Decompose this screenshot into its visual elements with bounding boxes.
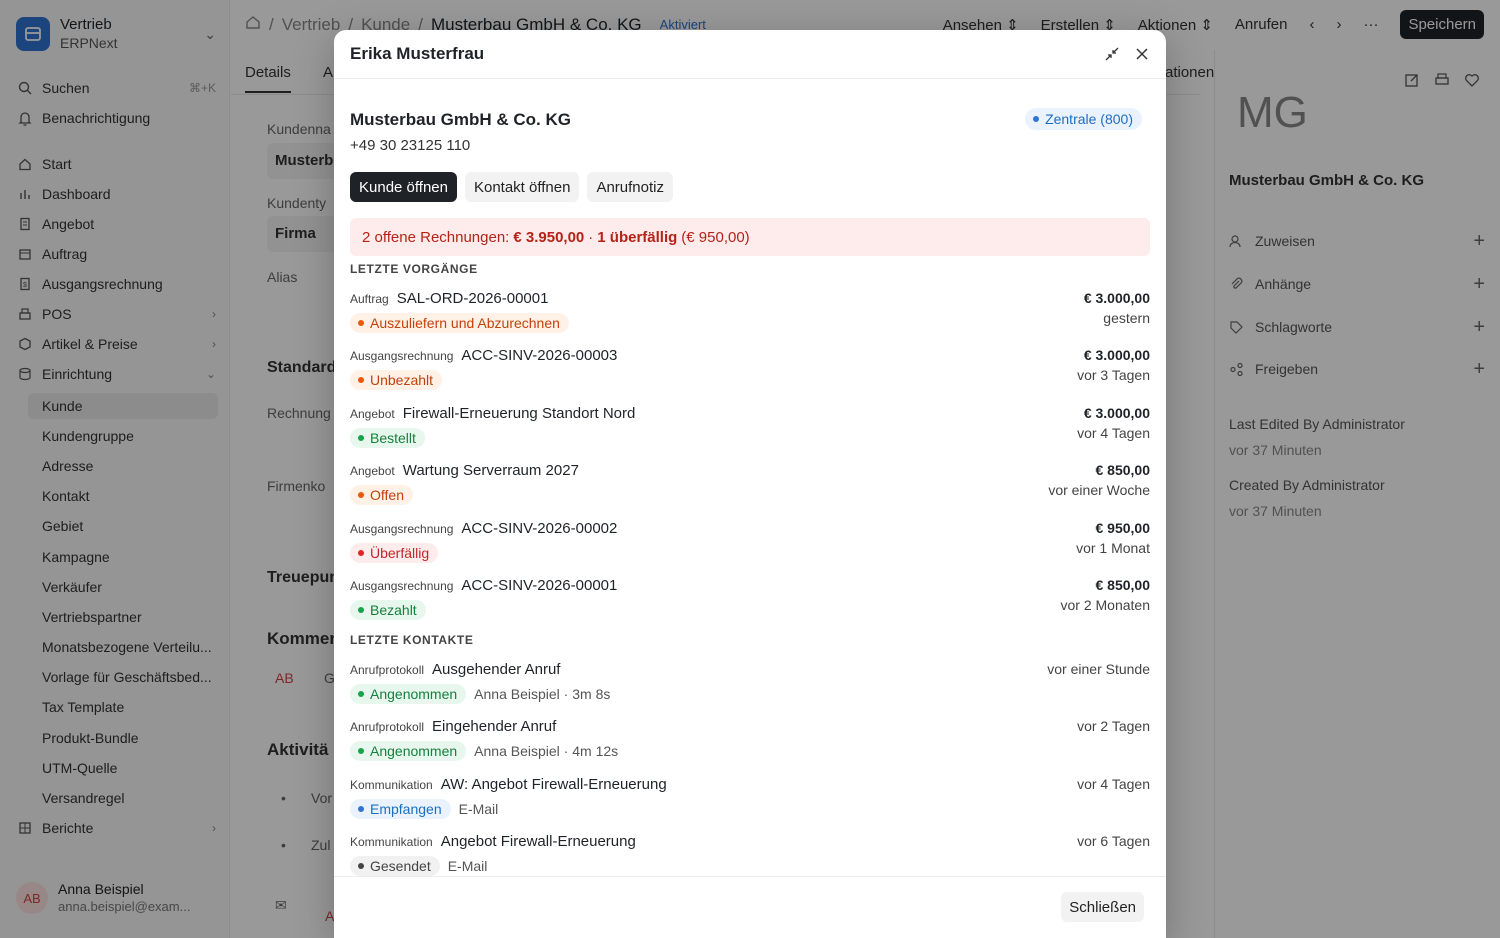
record-title: Eingehender Anruf xyxy=(432,718,557,736)
record-time: vor 1 Monat xyxy=(1076,539,1150,556)
record-time: vor 4 Tagen xyxy=(1077,775,1150,792)
contact-row[interactable]: Anrufprotokoll Eingehender Anruf Angenomme… xyxy=(350,718,1150,770)
dialog-title: Erika Musterfrau xyxy=(350,44,485,63)
call-note-button[interactable]: Anrufnotiz xyxy=(587,172,673,202)
status-badge: Bezahlt xyxy=(350,600,426,620)
record-type: Ausgangsrechnung xyxy=(350,521,454,536)
minimize-icon[interactable] xyxy=(1104,46,1120,62)
record-type: Auftrag xyxy=(350,292,389,306)
record-time: vor 4 Tagen xyxy=(1077,424,1150,441)
record-type: Angebot xyxy=(350,406,395,421)
recent-contacts-title: LETZTE KONTAKTE xyxy=(350,633,474,647)
record-type: Kommunikation xyxy=(350,835,433,850)
open-customer-button[interactable]: Kunde öffnen xyxy=(350,172,457,202)
status-badge: Offen xyxy=(350,485,413,506)
dialog-footer: Schließen xyxy=(334,876,1166,938)
record-type: Anrufprotokoll xyxy=(350,663,425,677)
record-title: ACC-SINV-2026-00003 xyxy=(461,347,618,365)
record-title: AW: Angebot Firewall-Erneuerung xyxy=(440,775,667,793)
location-badge: Zentrale (800) xyxy=(1025,108,1142,130)
status-badge: Gesendet xyxy=(350,856,440,876)
record-title: ACC-SINV-2026-00002 xyxy=(461,519,618,537)
status-badge: Empfangen xyxy=(350,798,451,819)
record-meta: E-Mail xyxy=(458,800,499,817)
record-amount: € 3.000,00 xyxy=(1083,404,1150,421)
record-time: vor 2 Tagen xyxy=(1077,718,1150,735)
transaction-row[interactable]: Angebot Wartung Serverraum 2027 Offen € 850… xyxy=(350,462,1150,514)
record-title: Angebot Firewall-Erneuerung xyxy=(440,833,636,851)
contact-row[interactable]: Anrufprotokoll Ausgehender Anruf Angenomme… xyxy=(350,661,1150,713)
transaction-row[interactable]: Ausgangsrechnung ACC-SINV-2026-00001 Bezah… xyxy=(350,577,1150,629)
close-button[interactable]: Schließen xyxy=(1061,892,1144,922)
contact-row[interactable]: Kommunikation AW: Angebot Firewall-Erneue… xyxy=(350,776,1150,828)
contact-row[interactable]: Kommunikation Angebot Firewall-Erneuerung… xyxy=(350,833,1150,876)
status-badge: Unbezahlt xyxy=(350,370,443,391)
contact-dialog: Erika Musterfrau Musterbau GmbH & Co. KG… xyxy=(334,30,1166,938)
record-title: Wartung Serverraum 2027 xyxy=(402,462,579,480)
record-title: SAL-ORD-2026-00001 xyxy=(396,290,549,307)
dialog-header: Erika Musterfrau xyxy=(334,30,1166,79)
record-meta: E-Mail xyxy=(447,858,488,875)
record-meta: Anna Beispiel · 4m 12s xyxy=(474,743,619,760)
transaction-row[interactable]: Angebot Firewall-Erneuerung Standort Nord… xyxy=(350,405,1150,457)
record-type: Anrufprotokoll xyxy=(350,720,425,735)
record-time: vor 3 Tagen xyxy=(1077,367,1150,384)
open-invoices-alert: 2 offene Rechnungen: € 3.950,00 · 1 über… xyxy=(350,218,1150,256)
dialog-body: Musterbau GmbH & Co. KG +49 30 23125 110… xyxy=(350,79,1150,876)
record-amount: € 3.000,00 xyxy=(1083,290,1150,306)
record-time: vor einer Woche xyxy=(1048,482,1150,499)
record-time: gestern xyxy=(1103,310,1150,326)
transaction-row[interactable]: Ausgangsrechnung ACC-SINV-2026-00002 Überf… xyxy=(350,520,1150,572)
record-title: ACC-SINV-2026-00001 xyxy=(461,577,618,594)
record-title: Firewall-Erneuerung Standort Nord xyxy=(402,404,636,422)
status-badge: Bestellt xyxy=(350,427,425,448)
record-type: Ausgangsrechnung xyxy=(350,579,454,593)
recent-transactions-title: LETZTE VORGÄNGE xyxy=(350,262,478,276)
phone-number: +49 30 23125 110 xyxy=(350,137,471,154)
record-amount: € 850,00 xyxy=(1095,462,1151,479)
close-icon[interactable] xyxy=(1134,46,1150,62)
record-type: Ausgangsrechnung xyxy=(350,349,454,364)
transaction-row[interactable]: Auftrag SAL-ORD-2026-00001 Auszuliefern un… xyxy=(350,290,1150,342)
record-title: Ausgehender Anruf xyxy=(432,661,561,678)
record-time: vor 2 Monaten xyxy=(1060,597,1151,613)
record-amount: € 850,00 xyxy=(1095,577,1151,593)
record-type: Angebot xyxy=(350,464,395,479)
company-name: Musterbau GmbH & Co. KG xyxy=(350,110,572,129)
status-badge: Angenommen xyxy=(350,741,467,762)
status-badge: Auszuliefern und Abzurechnen xyxy=(350,313,569,333)
record-time: vor einer Stunde xyxy=(1047,661,1150,677)
dialog-actions: Kunde öffnen Kontakt öffnen Anrufnotiz xyxy=(350,172,673,202)
status-badge: Überfällig xyxy=(350,542,439,563)
record-amount: € 950,00 xyxy=(1095,519,1151,536)
status-badge: Angenommen xyxy=(350,684,467,704)
open-contact-button[interactable]: Kontakt öffnen xyxy=(464,172,580,202)
record-meta: Anna Beispiel · 3m 8s xyxy=(474,686,611,702)
transaction-row[interactable]: Ausgangsrechnung ACC-SINV-2026-00003 Unbez… xyxy=(350,347,1150,399)
record-type: Kommunikation xyxy=(350,777,433,792)
record-amount: € 3.000,00 xyxy=(1083,347,1150,364)
record-time: vor 6 Tagen xyxy=(1077,833,1150,850)
